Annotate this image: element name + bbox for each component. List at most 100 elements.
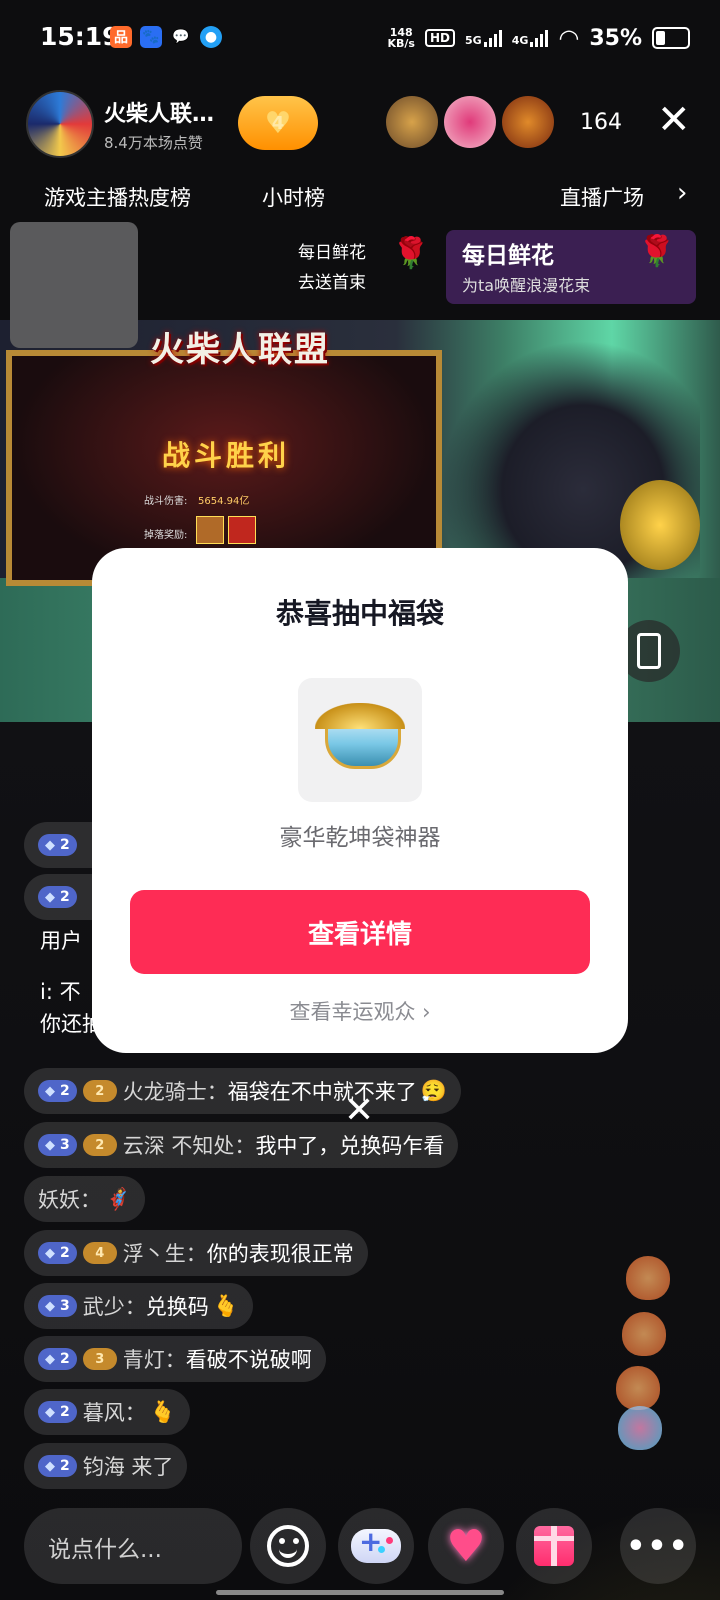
status-indicators: 148 KB/s HD 5G 4G ◠ 35% <box>388 24 690 52</box>
gift-button[interactable] <box>516 1508 592 1584</box>
viewer-avatar[interactable] <box>502 96 554 148</box>
level-badge: 2 <box>38 1348 77 1370</box>
chat-message[interactable]: 3 2 云深 不知处： 我中了，兑换码乍看 <box>24 1122 459 1168</box>
prize-name: 豪华乾坤袋神器 <box>279 825 441 851</box>
viewer-avatar[interactable] <box>444 96 496 148</box>
prize-image <box>298 678 422 802</box>
chat-text: 兑换码 <box>145 1295 209 1319</box>
flower-vase-icon: 🌹 <box>638 234 676 269</box>
level-badge: 2 <box>38 886 77 908</box>
chevron-right-icon[interactable]: › <box>677 178 687 208</box>
chat-message[interactable]: 2 3 青灯： 看破不说破啊 <box>24 1336 326 1382</box>
level-badge: 2 <box>38 1080 77 1102</box>
chat-text: 福袋在不中就不来了 <box>227 1080 417 1104</box>
chat-text: 看破不说破啊 <box>185 1348 312 1372</box>
daily-flower-line1: 每日鲜花 <box>298 243 366 263</box>
chat-username[interactable]: 云深 不知处： <box>123 1130 256 1160</box>
level-badge: 2 <box>38 1455 77 1477</box>
viewer-avatar[interactable] <box>386 96 438 148</box>
chat-message[interactable]: 3 武少： 兑换码 🫰 <box>24 1283 253 1329</box>
streamer-name[interactable]: 火柴人联… <box>104 96 214 128</box>
fan-badge-level: 4 <box>271 112 285 134</box>
app-icon: 品 <box>110 26 132 48</box>
close-icon[interactable]: ✕ <box>657 98 691 142</box>
chat-username[interactable]: 武少： <box>83 1291 146 1321</box>
home-indicator[interactable] <box>216 1590 504 1595</box>
net-speed-unit: KB/s <box>387 37 415 50</box>
battery-level <box>656 31 665 45</box>
finger-heart-emoji-icon: 🫰 <box>212 1293 239 1318</box>
level-badge: 2 <box>38 1401 77 1423</box>
more-button[interactable]: ••• <box>620 1508 696 1584</box>
interact-button[interactable]: ♥ <box>428 1508 504 1584</box>
fan-badge: 2 <box>82 1134 117 1156</box>
smile-icon <box>267 1525 309 1567</box>
flower-card-subtitle: 为ta唤醒浪漫花束 <box>462 276 591 295</box>
streamer-info[interactable]: 火柴人联… 8.4万本场点赞 <box>26 90 214 158</box>
fan-badge: 4 <box>82 1242 117 1264</box>
chat-username[interactable]: 暮风： <box>83 1397 146 1427</box>
signal-4g-icon: 4G <box>512 29 549 47</box>
flower-vase-icon[interactable]: 🌹 <box>392 236 429 271</box>
fan-badge: 2 <box>82 1080 117 1102</box>
chat-message[interactable]: 妖妖： 🦸 <box>24 1176 146 1222</box>
chat-username[interactable]: 钧海 来了 <box>83 1451 174 1481</box>
chat-text: 你的表现很正常 <box>206 1242 354 1266</box>
gamepad-icon <box>351 1525 401 1563</box>
signal-5g-label: 5G <box>465 34 482 47</box>
victory-text: 战斗胜利 <box>162 439 291 472</box>
daily-flower-prompt[interactable]: 每日鲜花 去送首束 <box>298 238 366 298</box>
status-bar: 15:19 品 🐾 💬 ● 148 KB/s HD 5G 4G ◠ 35% <box>0 0 720 78</box>
damage-value: 5654.94亿 <box>198 496 250 507</box>
baidu-icon: 🐾 <box>140 26 162 48</box>
tab-hot-rank[interactable]: 游戏主播热度榜 <box>44 182 191 212</box>
chat-username[interactable]: 青灯： <box>123 1344 186 1374</box>
damage-label: 战斗伤害: <box>144 496 188 507</box>
chat-partial-line: 用户 <box>40 929 82 953</box>
net-speed: 148 KB/s <box>388 27 415 49</box>
level-badge: 3 <box>38 1295 77 1317</box>
wifi-icon: ◠ <box>558 24 580 52</box>
sigh-emoji-icon: 😮‍💨 <box>420 1078 447 1103</box>
daily-flower-line2: 去送首束 <box>298 273 366 293</box>
chat-message[interactable]: 2 暮风： 🫰 <box>24 1389 190 1435</box>
artifact-icon <box>315 703 405 777</box>
fan-club-button[interactable]: ♥ 4 <box>238 96 318 150</box>
emoji-button[interactable] <box>250 1508 326 1584</box>
comment-input[interactable]: 说点什么... <box>24 1508 242 1584</box>
chat-username[interactable]: 妖妖： <box>38 1184 101 1214</box>
top-viewers[interactable] <box>386 96 554 148</box>
view-lucky-viewers-link[interactable]: 查看幸运观众 › <box>92 996 628 1026</box>
streamer-avatar[interactable] <box>26 90 94 158</box>
signal-4g-label: 4G <box>511 34 529 47</box>
level-badge: 2 <box>38 1242 77 1264</box>
level-badge: 3 <box>38 1134 77 1156</box>
modal-title: 恭喜抽中福袋 <box>275 597 444 630</box>
chat-message[interactable]: 2 4 浮丶生： 你的表现很正常 <box>24 1230 368 1276</box>
like-animation <box>612 1256 682 1456</box>
view-details-button[interactable]: 查看详情 <box>130 890 590 974</box>
game-logo: 火柴人联盟 <box>150 330 330 370</box>
tab-hour-rank[interactable]: 小时榜 <box>262 182 325 212</box>
phone-rotate-icon <box>637 633 661 669</box>
chat-username[interactable]: 火龙骑士： <box>123 1076 228 1106</box>
viewer-count[interactable]: 164 <box>580 110 622 135</box>
heart-planet-icon: ♥ <box>446 1520 486 1572</box>
flower-card-title: 每日鲜花 <box>462 243 554 269</box>
chat-message[interactable]: 2 钧海 来了 <box>24 1443 188 1489</box>
chat-username[interactable]: 浮丶生： <box>123 1238 207 1268</box>
wechat-icon: 💬 <box>172 29 190 45</box>
game-button[interactable] <box>338 1508 414 1584</box>
modal-close-icon[interactable]: ✕ <box>344 1090 374 1131</box>
chat-text: 我中了，兑换码乍看 <box>255 1134 445 1158</box>
chat-partial-line: i: 不 <box>40 980 81 1004</box>
battery-text: 35% <box>589 25 642 51</box>
gift-icon <box>534 1526 574 1566</box>
chat-message[interactable]: 2 2 火龙骑士： 福袋在不中就不来了 😮‍💨 <box>24 1068 461 1114</box>
reward-item <box>228 516 256 544</box>
battery-icon <box>652 27 690 49</box>
live-plaza-link[interactable]: 直播广场 <box>560 182 644 212</box>
qq-icon: ● <box>200 26 222 48</box>
hd-icon: HD <box>424 29 455 47</box>
daily-flower-card[interactable]: 每日鲜花 为ta唤醒浪漫花束 🌹 <box>446 230 696 304</box>
